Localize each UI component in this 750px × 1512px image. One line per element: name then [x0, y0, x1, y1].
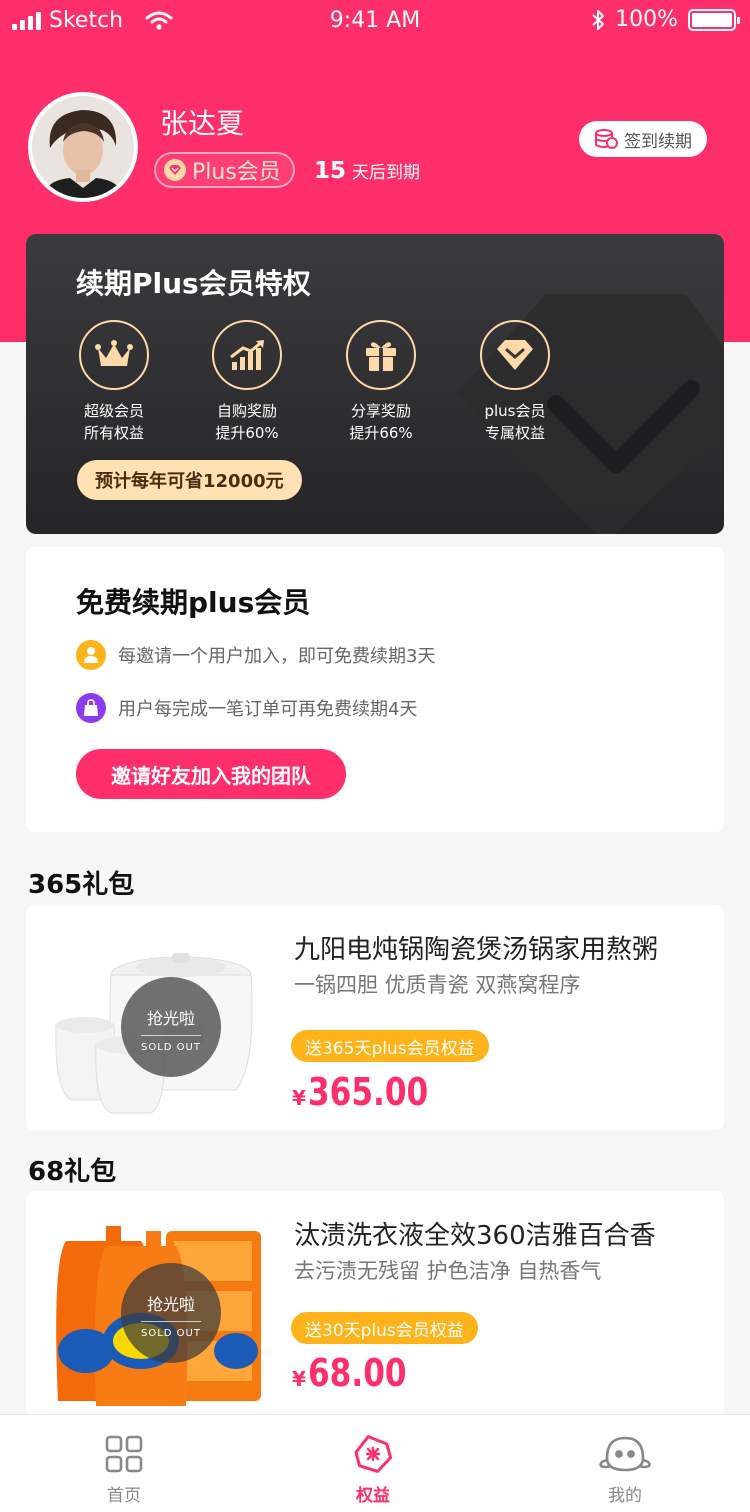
sold-out-en-label: SOLD OUT: [141, 1042, 201, 1053]
free-renew-card: 免费续期plus会员 每邀请一个用户加入，即可免费续期3天 用户每完成一笔订单可…: [26, 547, 724, 832]
sold-out-overlay: 抢光啦 SOLD OUT: [121, 1263, 221, 1363]
sold-out-en-label: SOLD OUT: [141, 1328, 201, 1339]
invite-friends-button[interactable]: 邀请好友加入我的团队: [76, 749, 346, 799]
product-image: 抢光啦 SOLD OUT: [46, 1201, 266, 1406]
annual-savings-pill: 预计每年可省12000元: [77, 460, 302, 500]
tab-me[interactable]: 我的: [565, 1433, 685, 1506]
product-card-68[interactable]: 抢光啦 SOLD OUT 汰渍洗衣液全效360洁雅百合香 去污渍无残留 护色洁净…: [26, 1191, 724, 1416]
product-image: 抢光啦 SOLD OUT: [46, 915, 266, 1120]
privilege-label-1: 超级会员: [83, 402, 144, 420]
avatar[interactable]: [28, 92, 138, 202]
product-name[interactable]: 汰渍洗衣液全效360洁雅百合香: [294, 1215, 704, 1252]
privilege-label-4: plus会员: [484, 402, 546, 420]
price-value: 365.00: [307, 1070, 429, 1114]
free-renew-title: 免费续期plus会员: [76, 586, 311, 619]
privilege-item-self-buy[interactable]: 自购奖励 提升60%: [177, 320, 317, 444]
gift-icon: [346, 320, 416, 390]
coins-icon: [595, 129, 618, 149]
privilege-label-3: 分享奖励: [350, 402, 411, 420]
free-rule-order-text: 用户每完成一笔订单可再免费续期4天: [118, 699, 418, 720]
plus-member-badge: Plus会员: [154, 152, 295, 188]
tab-me-label: 我的: [608, 1486, 642, 1506]
privilege-sublabel-1: 所有权益: [83, 424, 144, 442]
currency-symbol: ¥: [292, 1367, 306, 1391]
product-price: ¥ 365.00: [292, 1070, 455, 1114]
tab-home[interactable]: 首页: [64, 1433, 184, 1506]
crown-icon: [79, 320, 149, 390]
battery-icon: [688, 8, 740, 31]
free-rule-invite-text: 每邀请一个用户加入，即可免费续期3天: [118, 646, 436, 667]
privilege-item-exclusive[interactable]: plus会员 专属权益: [445, 320, 585, 444]
bluetooth-icon: [592, 9, 605, 30]
days-left: 15: [314, 158, 347, 184]
privilege-sublabel-2: 提升60%: [215, 424, 279, 442]
product-benefit-tag: 送30天plus会员权益: [291, 1312, 478, 1344]
tab-benefits[interactable]: 权益: [313, 1433, 433, 1506]
expire-suffix: 天后到期: [352, 163, 421, 183]
diamond-icon: [480, 320, 550, 390]
product-desc: 一锅四胆 优质青瓷 双燕窝程序: [294, 973, 581, 997]
plus-privilege-card: 续期Plus会员特权 超级会员 所有权益 自购奖励 提升60% 分享奖励 提升6…: [26, 234, 724, 534]
gift-section-title-365: 365礼包: [28, 870, 135, 900]
diamond-icon: [164, 159, 186, 181]
status-right: 100%: [591, 7, 740, 32]
chart-up-icon: [212, 320, 282, 390]
price-value: 68.00: [307, 1351, 407, 1395]
privilege-title: 续期Plus会员特权: [76, 267, 311, 300]
privilege-item-share[interactable]: 分享奖励 提升66%: [311, 320, 451, 444]
grid-icon: [64, 1433, 184, 1475]
bag-icon: [76, 693, 106, 723]
privilege-sublabel-4: 专属权益: [484, 424, 545, 442]
avatar-portrait-icon: [32, 96, 134, 198]
product-name[interactable]: 九阳电炖锅陶瓷煲汤锅家用熬粥: [294, 929, 704, 966]
privilege-label-2: 自购奖励: [216, 402, 277, 420]
battery-percent: 100%: [615, 7, 678, 32]
user-name: 张达夏: [160, 107, 245, 140]
currency-symbol: ¥: [292, 1086, 306, 1110]
profile-face-icon: [565, 1433, 685, 1475]
sold-out-overlay: 抢光啦 SOLD OUT: [121, 977, 221, 1077]
free-rule-invite: 每邀请一个用户加入，即可免费续期3天: [76, 640, 435, 670]
privilege-sublabel-3: 提升66%: [349, 424, 413, 442]
coupon-icon: [313, 1433, 433, 1475]
bottom-tab-bar: 首页 权益 我的: [0, 1414, 750, 1512]
plus-member-label: Plus会员: [192, 160, 281, 185]
expire-info: 15 天后到期: [314, 158, 420, 184]
product-desc: 去污渍无残留 护色洁净 自热香气: [294, 1259, 602, 1283]
user-icon: [76, 640, 106, 670]
gift-section-title-68: 68礼包: [28, 1157, 117, 1187]
sold-out-label: 抢光啦: [146, 1009, 195, 1028]
checkin-renew-button[interactable]: 签到续期: [579, 121, 707, 157]
status-bar: Sketch 9:41 AM 100%: [0, 0, 750, 44]
free-rule-order: 用户每完成一笔订单可再免费续期4天: [76, 693, 417, 723]
tab-benefits-label: 权益: [356, 1486, 390, 1506]
sold-out-label: 抢光啦: [146, 1295, 195, 1314]
tab-home-label: 首页: [107, 1486, 141, 1506]
product-benefit-tag: 送365天plus会员权益: [291, 1030, 489, 1062]
product-price: ¥ 68.00: [292, 1351, 428, 1395]
privilege-item-super[interactable]: 超级会员 所有权益: [44, 320, 184, 444]
product-card-365[interactable]: 抢光啦 SOLD OUT 九阳电炖锅陶瓷煲汤锅家用熬粥 一锅四胆 优质青瓷 双燕…: [26, 905, 724, 1130]
checkin-renew-label: 签到续期: [624, 131, 692, 152]
